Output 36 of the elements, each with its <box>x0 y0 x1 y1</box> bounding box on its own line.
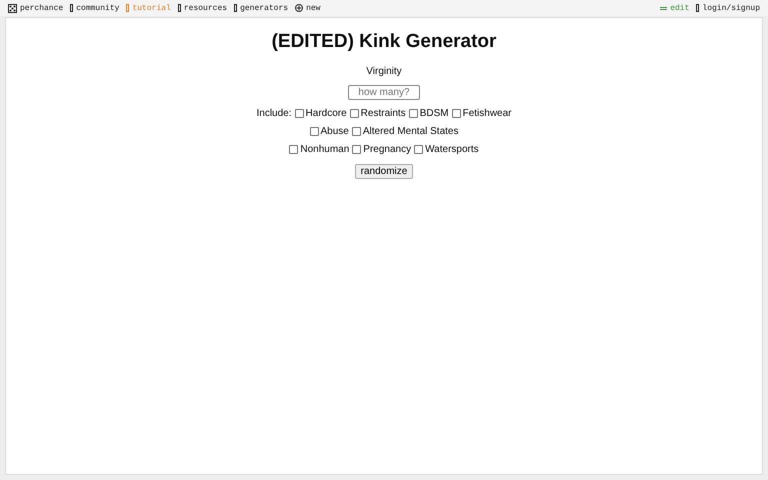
checkbox[interactable] <box>350 109 359 118</box>
placeholder-glyph-icon <box>696 4 700 12</box>
include-label: Include: <box>256 108 292 119</box>
nav-link[interactable]: resources <box>178 4 228 12</box>
checkbox-label: Hardcore <box>306 108 347 119</box>
add-icon <box>295 4 304 12</box>
checkbox[interactable] <box>408 109 418 118</box>
checkbox[interactable] <box>352 127 361 136</box>
checkbox-label: Fetishwear <box>462 108 512 119</box>
count-field[interactable]: how many? <box>348 85 420 100</box>
nav-link[interactable]: perchance <box>8 4 64 12</box>
dice-icon <box>8 4 17 12</box>
randomize-button[interactable]: randomize <box>354 164 414 179</box>
placeholder-glyph-icon <box>178 4 181 12</box>
checkbox[interactable] <box>310 127 319 136</box>
checkbox[interactable] <box>452 109 461 118</box>
checkbox[interactable] <box>352 145 362 154</box>
checkbox-label: Altered Mental States <box>362 126 458 137</box>
nav-link[interactable]: generators <box>234 4 288 12</box>
checkbox-label: Abuse <box>320 126 349 137</box>
nav-link[interactable]: new <box>295 4 320 12</box>
checkbox[interactable] <box>414 145 424 154</box>
checkbox-label: Restraints <box>360 108 406 119</box>
checkbox-label: Watersports <box>425 144 479 155</box>
page-title: (EDITED) Kink Generator <box>272 31 496 53</box>
checkbox-label: Pregnancy <box>363 144 412 155</box>
generated-output: Virginity <box>366 66 402 77</box>
placeholder-glyph-icon <box>126 4 130 12</box>
nav-link[interactable]: login/signup <box>696 4 760 12</box>
checkbox-label: BDSM <box>420 108 449 119</box>
placeholder-glyph-icon <box>234 4 238 12</box>
placeholder-glyph-icon <box>70 4 74 12</box>
checkbox[interactable] <box>294 109 304 118</box>
nav-link[interactable]: community <box>70 4 120 12</box>
checkbox[interactable] <box>289 145 298 154</box>
checkbox-label: Nonhuman <box>300 144 350 155</box>
